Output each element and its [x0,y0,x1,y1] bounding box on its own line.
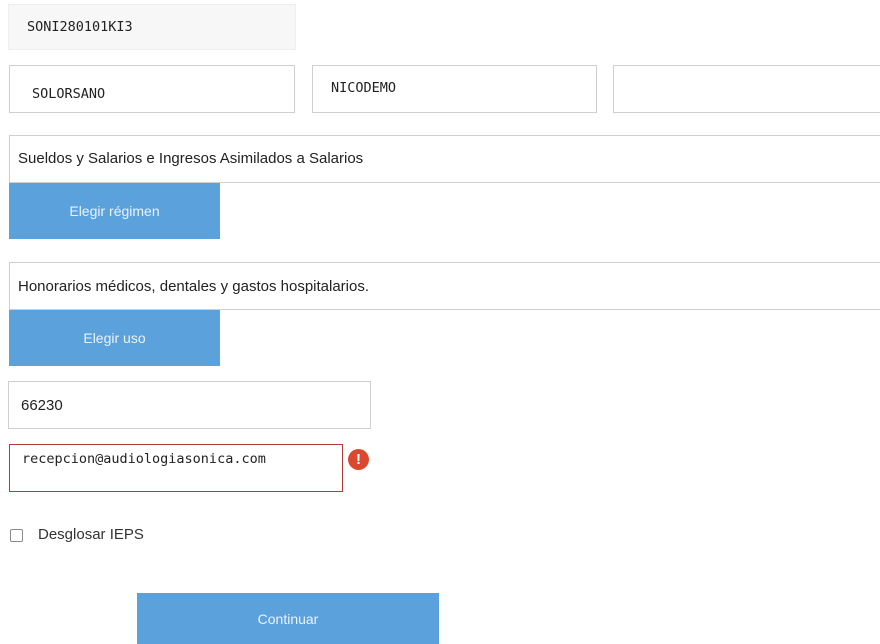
continuar-button[interactable]: Continuar [137,593,439,644]
codigo-postal-value: 66230 [21,396,63,414]
exclamation-circle-icon: ! [348,449,369,470]
regimen-field[interactable]: Sueldos y Salarios e Ingresos Asimilados… [9,135,880,183]
email-value: recepcion@audiologiasonica.com [22,451,266,467]
desglosar-ieps-label: Desglosar IEPS [38,526,144,543]
elegir-uso-button[interactable]: Elegir uso [9,310,220,366]
uso-field[interactable]: Honorarios médicos, dentales y gastos ho… [9,262,880,310]
continuar-label: Continuar [257,610,319,627]
billing-form: SONI280101KI3 SOLORSANO NICODEMO Sueldos… [0,0,880,644]
email-field[interactable]: recepcion@audiologiasonica.com [9,444,343,492]
apellido-materno-field[interactable]: NICODEMO [312,65,597,113]
regimen-value: Sueldos y Salarios e Ingresos Asimilados… [18,150,364,167]
elegir-regimen-label: Elegir régimen [69,203,160,219]
nombre-field[interactable] [613,65,880,113]
elegir-uso-label: Elegir uso [83,330,146,346]
elegir-regimen-button[interactable]: Elegir régimen [9,183,220,239]
codigo-postal-field[interactable]: 66230 [8,381,371,429]
desglosar-ieps-checkbox[interactable] [10,529,23,542]
error-icon-glyph: ! [356,451,361,468]
apellido-paterno-value: SOLORSANO [32,86,106,102]
rfc-field[interactable]: SONI280101KI3 [8,4,296,50]
apellido-materno-value: NICODEMO [331,80,397,96]
rfc-value: SONI280101KI3 [27,19,133,35]
uso-value: Honorarios médicos, dentales y gastos ho… [18,277,370,295]
apellido-paterno-field[interactable]: SOLORSANO [9,65,295,113]
